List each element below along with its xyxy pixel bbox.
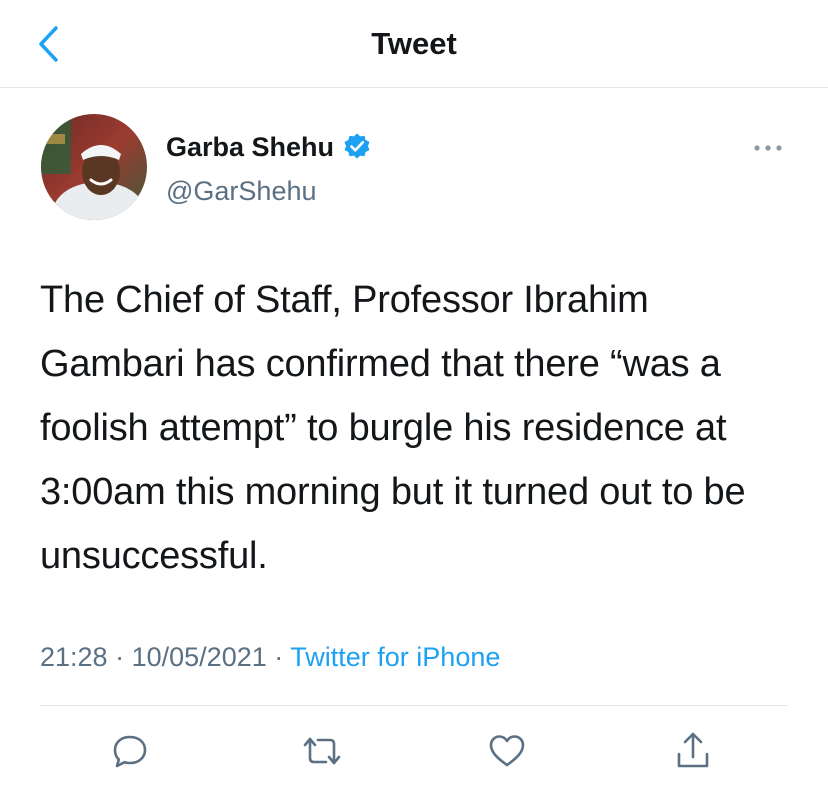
tweet-metadata: 21:28 · 10/05/2021 · Twitter for iPhone	[40, 640, 500, 674]
top-bar: Tweet	[0, 0, 828, 88]
meta-separator: ·	[115, 642, 125, 672]
more-horizontal-icon	[754, 145, 782, 151]
like-button[interactable]	[482, 726, 532, 776]
share-icon	[677, 732, 709, 768]
more-options-button[interactable]	[748, 136, 788, 160]
author-name-text: Garba Shehu	[166, 132, 335, 162]
divider	[40, 705, 788, 706]
verified-badge-icon	[342, 132, 372, 162]
author-handle[interactable]: @GarShehu	[166, 174, 317, 208]
reply-button[interactable]	[105, 726, 155, 776]
action-bar	[0, 726, 828, 776]
meta-separator: ·	[274, 642, 284, 672]
retweet-button[interactable]	[297, 726, 347, 776]
author-name[interactable]: Garba Shehu	[166, 130, 372, 164]
page-title: Tweet	[371, 26, 457, 61]
retweet-icon	[303, 737, 341, 765]
share-button[interactable]	[668, 726, 718, 776]
tweet-date: 10/05/2021	[131, 642, 267, 672]
tweet-source-link[interactable]: Twitter for iPhone	[290, 642, 500, 672]
tweet-text: The Chief of Staff, Professor Ibrahim Ga…	[40, 279, 746, 577]
avatar[interactable]	[41, 114, 147, 220]
tweet-time: 21:28	[40, 642, 108, 672]
heart-icon	[489, 735, 525, 767]
profile-photo	[41, 114, 147, 220]
reply-icon	[113, 735, 147, 768]
